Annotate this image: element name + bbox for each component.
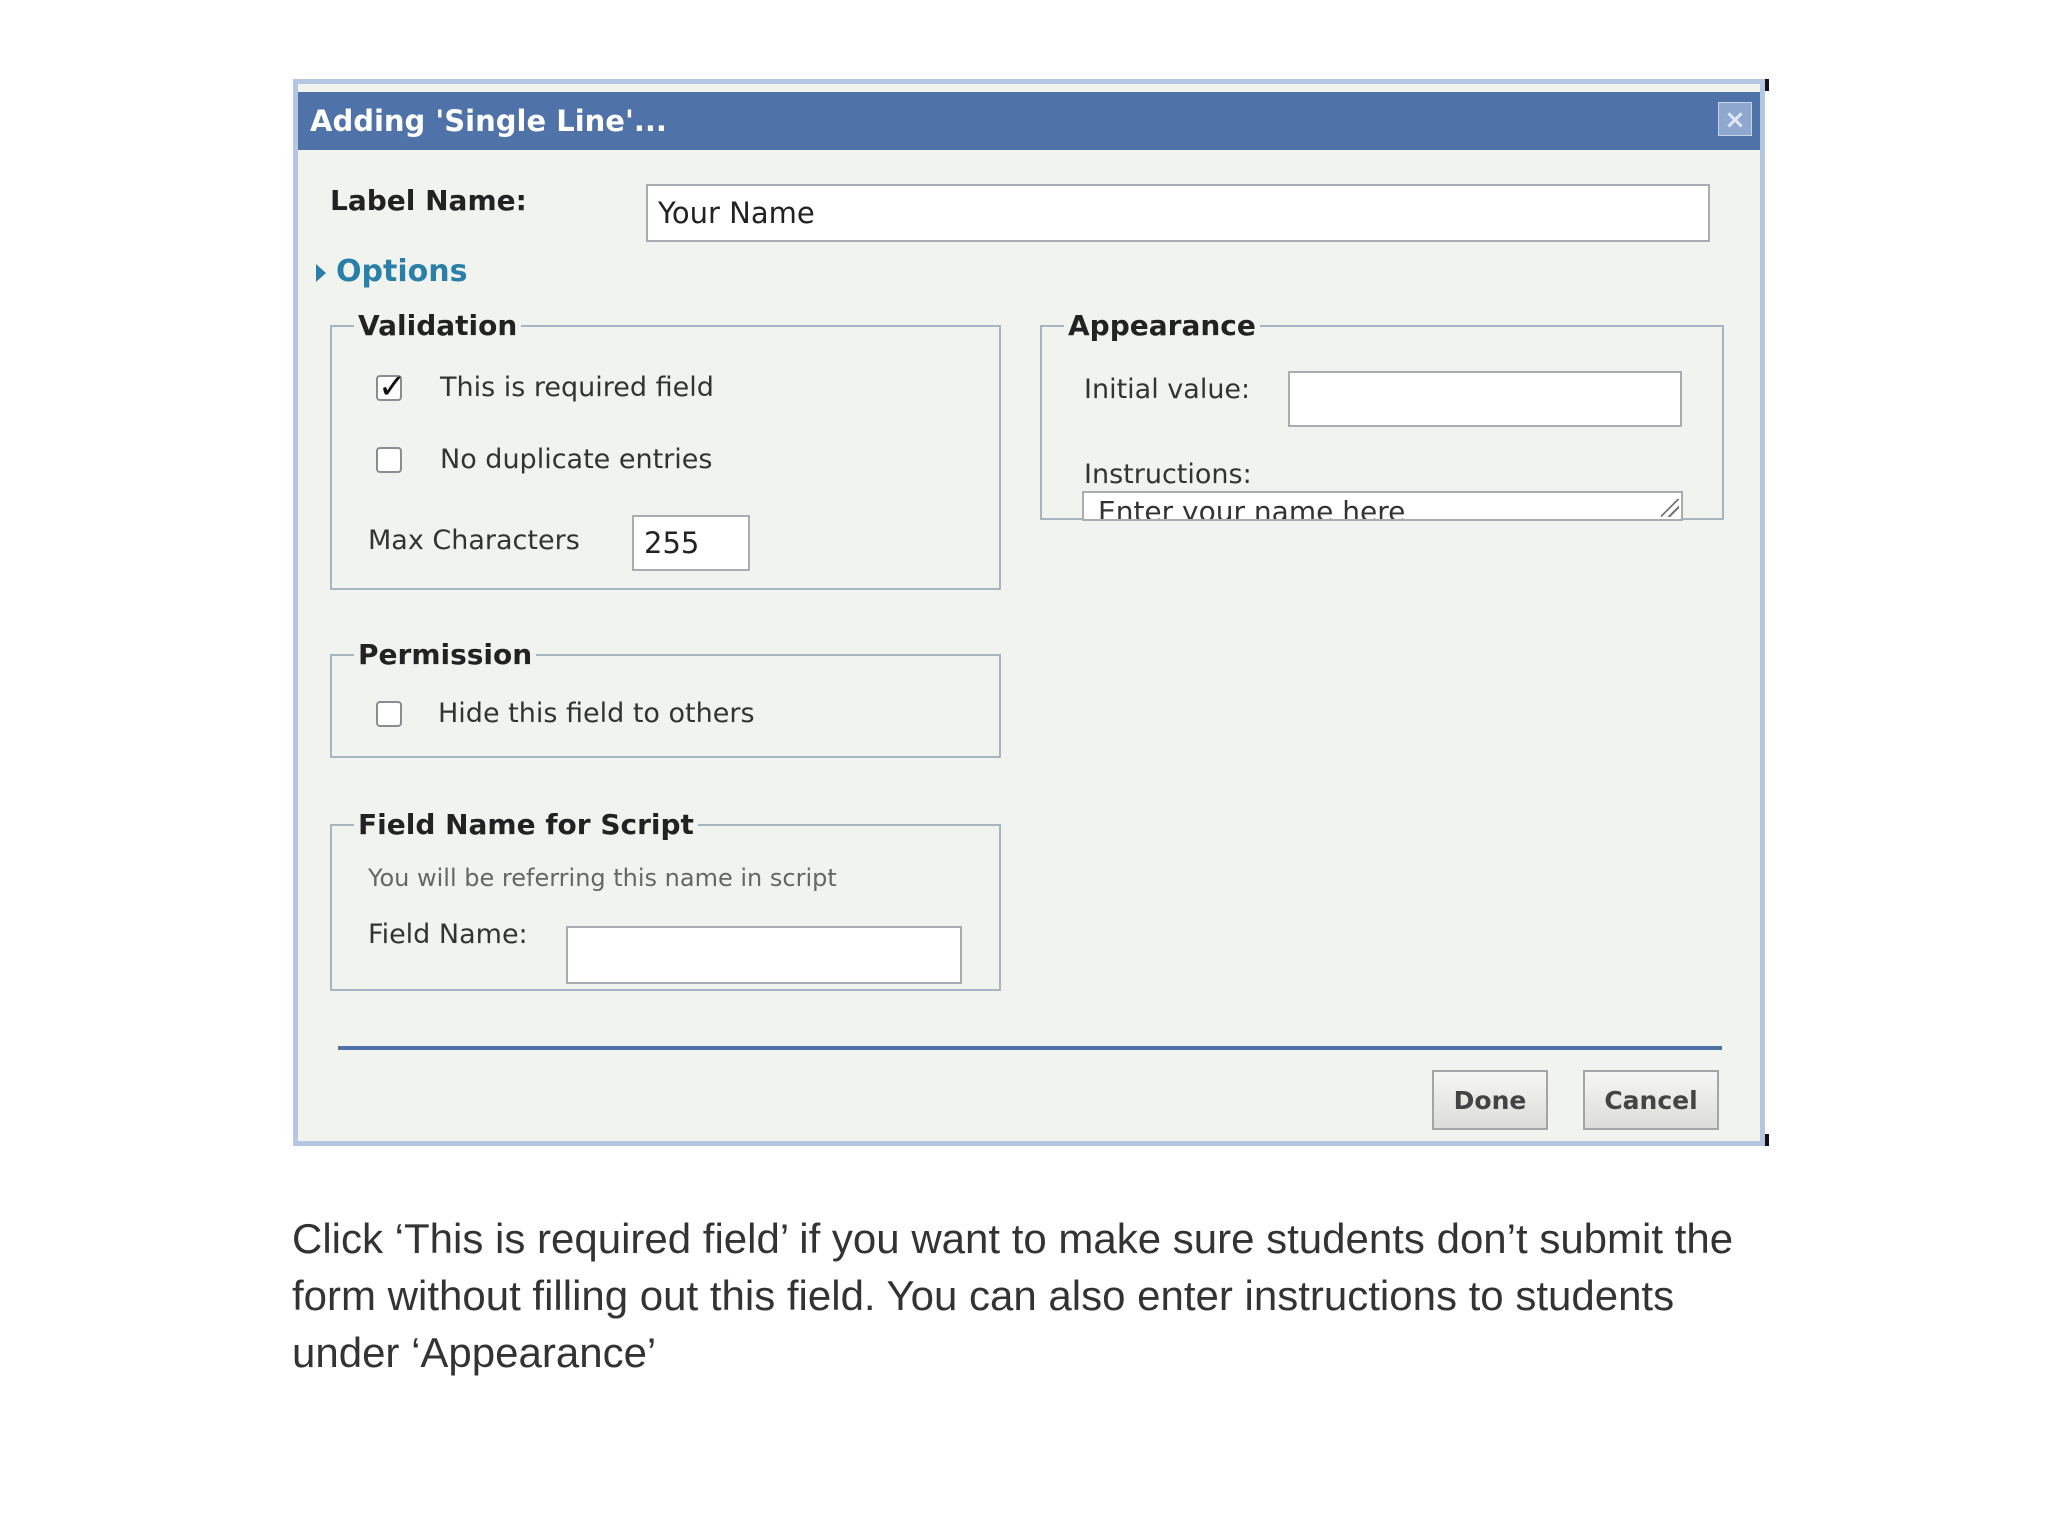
script-field-legend: Field Name for Script <box>358 808 694 841</box>
required-field-option[interactable]: ✓ This is required field <box>376 367 714 407</box>
hide-field-option[interactable]: Hide this field to others <box>376 698 755 729</box>
instructions-label: Instructions: <box>1084 459 1252 490</box>
close-icon[interactable]: × <box>1718 102 1752 136</box>
initial-value-label: Initial value: <box>1084 374 1251 405</box>
cancel-button[interactable]: Cancel <box>1583 1070 1719 1130</box>
no-duplicate-label: No duplicate entries <box>440 444 713 475</box>
done-button[interactable]: Done <box>1432 1070 1548 1130</box>
field-name-input[interactable] <box>566 926 962 984</box>
script-field-hint: You will be referring this name in scrip… <box>368 864 837 892</box>
hide-field-checkbox[interactable] <box>376 700 402 727</box>
dialog-titlebar[interactable]: Adding 'Single Line'... × <box>298 92 1760 150</box>
footer-divider <box>338 1046 1722 1050</box>
options-toggle[interactable]: Options <box>316 254 467 289</box>
initial-value-input[interactable] <box>1288 371 1682 427</box>
resize-handle-icon[interactable] <box>1661 499 1679 517</box>
no-duplicate-checkbox[interactable] <box>376 446 402 473</box>
instructions-text: Enter your name here <box>1098 495 1406 521</box>
instruction-caption: Click ‘This is required field’ if you wa… <box>292 1215 1734 1376</box>
appearance-legend: Appearance <box>1068 309 1256 342</box>
instructions-textarea[interactable]: Enter your name here <box>1082 491 1683 521</box>
permission-legend: Permission <box>358 638 533 671</box>
max-characters-label: Max Characters <box>368 525 580 556</box>
dialog-title: Adding 'Single Line'... <box>310 104 667 138</box>
no-duplicate-option[interactable]: No duplicate entries <box>376 444 712 475</box>
checkmark-icon: ✓ <box>378 366 407 407</box>
hide-field-label: Hide this field to others <box>438 698 755 729</box>
max-characters-input[interactable]: 255 <box>632 515 750 571</box>
validation-legend: Validation <box>358 309 518 342</box>
required-checkbox[interactable]: ✓ <box>376 367 407 407</box>
field-name-label: Field Name: <box>368 919 528 950</box>
add-field-dialog: Adding 'Single Line'... × Label Name: Yo… <box>293 79 1765 1146</box>
required-label: This is required field <box>440 372 714 403</box>
options-label: Options <box>336 254 468 289</box>
label-name-label: Label Name: <box>330 184 527 217</box>
label-name-input[interactable]: Your Name <box>646 184 1710 242</box>
triangle-right-icon <box>316 263 326 282</box>
